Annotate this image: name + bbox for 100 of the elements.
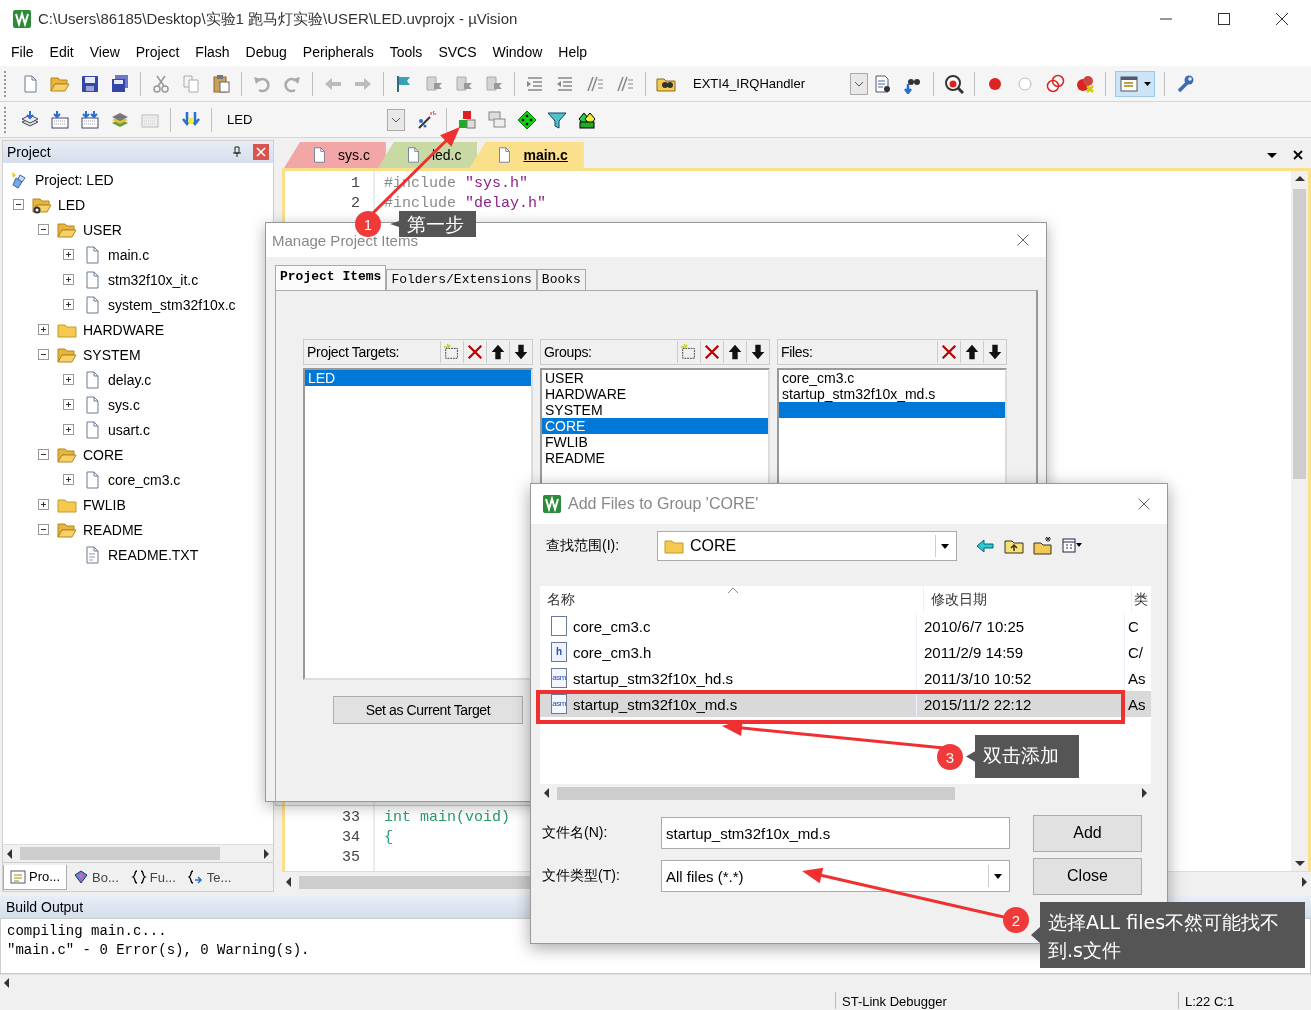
new-folder-icon[interactable] <box>1033 536 1053 556</box>
expand-toggle[interactable] <box>38 449 49 460</box>
view-menu-icon[interactable] <box>1062 536 1082 556</box>
list-item[interactable]: HARDWARE <box>542 386 768 402</box>
tree-item[interactable]: SYSTEM <box>83 346 141 363</box>
tree-item[interactable]: core_cm3.c <box>108 471 181 488</box>
menu-item[interactable]: Edit <box>41 44 82 60</box>
file-tab[interactable]: main.c <box>469 142 584 168</box>
list-item[interactable]: README <box>542 450 768 466</box>
dialog-tab[interactable]: Folders/Extensions <box>386 269 537 290</box>
menu-item[interactable]: Tools <box>381 44 431 60</box>
tree-item[interactable]: CORE <box>83 446 124 463</box>
tree-item[interactable]: FWLIB <box>83 496 126 513</box>
list-item[interactable]: startup_stm32f10x_md.s <box>779 386 1005 402</box>
breakpoints-icon[interactable] <box>1045 73 1065 94</box>
list-item[interactable]: SYSTEM <box>542 402 768 418</box>
wrench-icon[interactable] <box>1175 73 1195 94</box>
folder-dropdown[interactable]: CORE <box>657 531 957 561</box>
set-target-button[interactable]: Set as Current Target <box>333 696 523 724</box>
file-tab[interactable]: sys.c <box>284 142 386 168</box>
debug-search-icon[interactable] <box>944 73 964 94</box>
close-button[interactable]: Close <box>1033 857 1142 895</box>
horizontal-scrollbar[interactable] <box>0 974 1311 991</box>
list-item[interactable]: core_cm3.c <box>779 370 1005 386</box>
panel-tab[interactable]: Bo... <box>67 865 125 889</box>
panel-tab[interactable]: Pro... <box>3 864 68 890</box>
column-header[interactable]: 名称 <box>540 586 923 613</box>
rebuild-icon[interactable] <box>80 109 100 130</box>
expand-toggle[interactable] <box>38 224 49 235</box>
dialog-tab[interactable]: Books <box>536 269 586 290</box>
panel-tab[interactable]: Te... <box>181 865 238 889</box>
file-name-field[interactable]: startup_stm32f10x_md.s <box>661 817 1010 849</box>
file-row[interactable]: h core_cm3.h 2011/2/9 14:59 C/ <box>540 639 1151 665</box>
save-all-icon[interactable] <box>110 73 130 94</box>
list-item[interactable]: LED <box>305 370 531 386</box>
cubes-icon[interactable] <box>457 109 477 130</box>
list-item[interactable]: FWLIB <box>542 434 768 450</box>
expand-toggle[interactable] <box>63 249 74 260</box>
target-dropdown[interactable]: LED <box>221 107 405 132</box>
column-header[interactable]: 类 <box>1131 586 1151 613</box>
diamond-icon[interactable] <box>517 109 537 130</box>
tree-item[interactable]: sys.c <box>108 396 140 413</box>
pin-icon[interactable] <box>231 146 243 158</box>
tree-item[interactable]: USER <box>83 221 122 238</box>
back-arrow-icon[interactable] <box>975 536 995 556</box>
menu-item[interactable]: Window <box>484 44 551 60</box>
list-item[interactable]: CORE <box>542 418 768 434</box>
tree-item[interactable]: main.c <box>108 246 150 263</box>
tree-item[interactable]: usart.c <box>108 421 150 438</box>
expand-toggle[interactable] <box>38 524 49 535</box>
expand-toggle[interactable] <box>38 324 49 335</box>
bookmark-icon[interactable] <box>424 73 444 94</box>
menu-item[interactable]: View <box>81 44 128 60</box>
menu-item[interactable]: Flash <box>187 44 238 60</box>
menu-item[interactable]: File <box>3 44 42 60</box>
expand-toggle[interactable] <box>38 499 49 510</box>
tree-item[interactable]: LED <box>58 196 86 213</box>
horizontal-scrollbar[interactable] <box>3 844 273 862</box>
magic-wand-icon[interactable] <box>416 109 436 130</box>
file-row[interactable]: core_cm3.c 2010/6/7 10:25 C <box>540 613 1151 639</box>
close-icon[interactable] <box>1292 149 1304 161</box>
tree-item[interactable]: stm32f10x_it.c <box>108 271 199 288</box>
breakpoint-remove-icon[interactable] <box>1075 73 1095 94</box>
tree-item[interactable]: README.TXT <box>108 546 199 563</box>
add-button[interactable]: Add <box>1033 814 1142 852</box>
function-dropdown[interactable]: EXTI4_IRQHandler <box>687 71 868 96</box>
scissors-icon[interactable] <box>151 73 171 94</box>
menu-item[interactable]: SVCS <box>430 44 485 60</box>
expand-toggle[interactable] <box>13 199 24 210</box>
expand-toggle[interactable] <box>63 299 74 310</box>
bookmark-icon[interactable] <box>484 73 504 94</box>
menu-item[interactable]: Peripherals <box>294 44 382 60</box>
expand-toggle[interactable] <box>63 374 74 385</box>
funnel-icon[interactable] <box>547 109 567 130</box>
expand-toggle[interactable] <box>38 349 49 360</box>
tree-item[interactable]: HARDWARE <box>83 321 165 338</box>
list-item[interactable]: USER <box>542 370 768 386</box>
menu-item[interactable]: Help <box>550 44 596 60</box>
dialog-tab[interactable]: Project Items <box>275 265 387 290</box>
expand-toggle[interactable] <box>63 399 74 410</box>
file-row[interactable]: asm startup_stm32f10x_hd.s 2011/3/10 10:52 As <box>540 665 1151 691</box>
menu-item[interactable]: Debug <box>237 44 295 60</box>
window-menu-icon[interactable] <box>1115 70 1155 97</box>
tree-item[interactable]: system_stm32f10x.c <box>108 296 236 313</box>
file-type-dropdown[interactable]: All files (*.*) <box>661 860 1010 892</box>
column-header[interactable]: 修改日期 <box>923 586 1131 613</box>
paste-icon[interactable] <box>211 73 231 94</box>
tree-item[interactable]: Project: LED <box>35 171 114 188</box>
expand-toggle[interactable] <box>63 424 74 435</box>
menu-item[interactable]: Project <box>127 44 188 60</box>
expand-toggle[interactable] <box>63 274 74 285</box>
expand-toggle[interactable] <box>63 474 74 485</box>
save-icon[interactable] <box>80 73 100 94</box>
panel-tab[interactable]: Fu... <box>124 865 182 889</box>
tree-item[interactable]: README <box>83 521 143 538</box>
build-icon[interactable] <box>50 109 70 130</box>
vertical-scrollbar[interactable] <box>1291 171 1308 871</box>
tree-item[interactable]: delay.c <box>108 371 152 388</box>
bookmark-icon[interactable] <box>454 73 474 94</box>
document-search-icon[interactable] <box>873 73 893 94</box>
